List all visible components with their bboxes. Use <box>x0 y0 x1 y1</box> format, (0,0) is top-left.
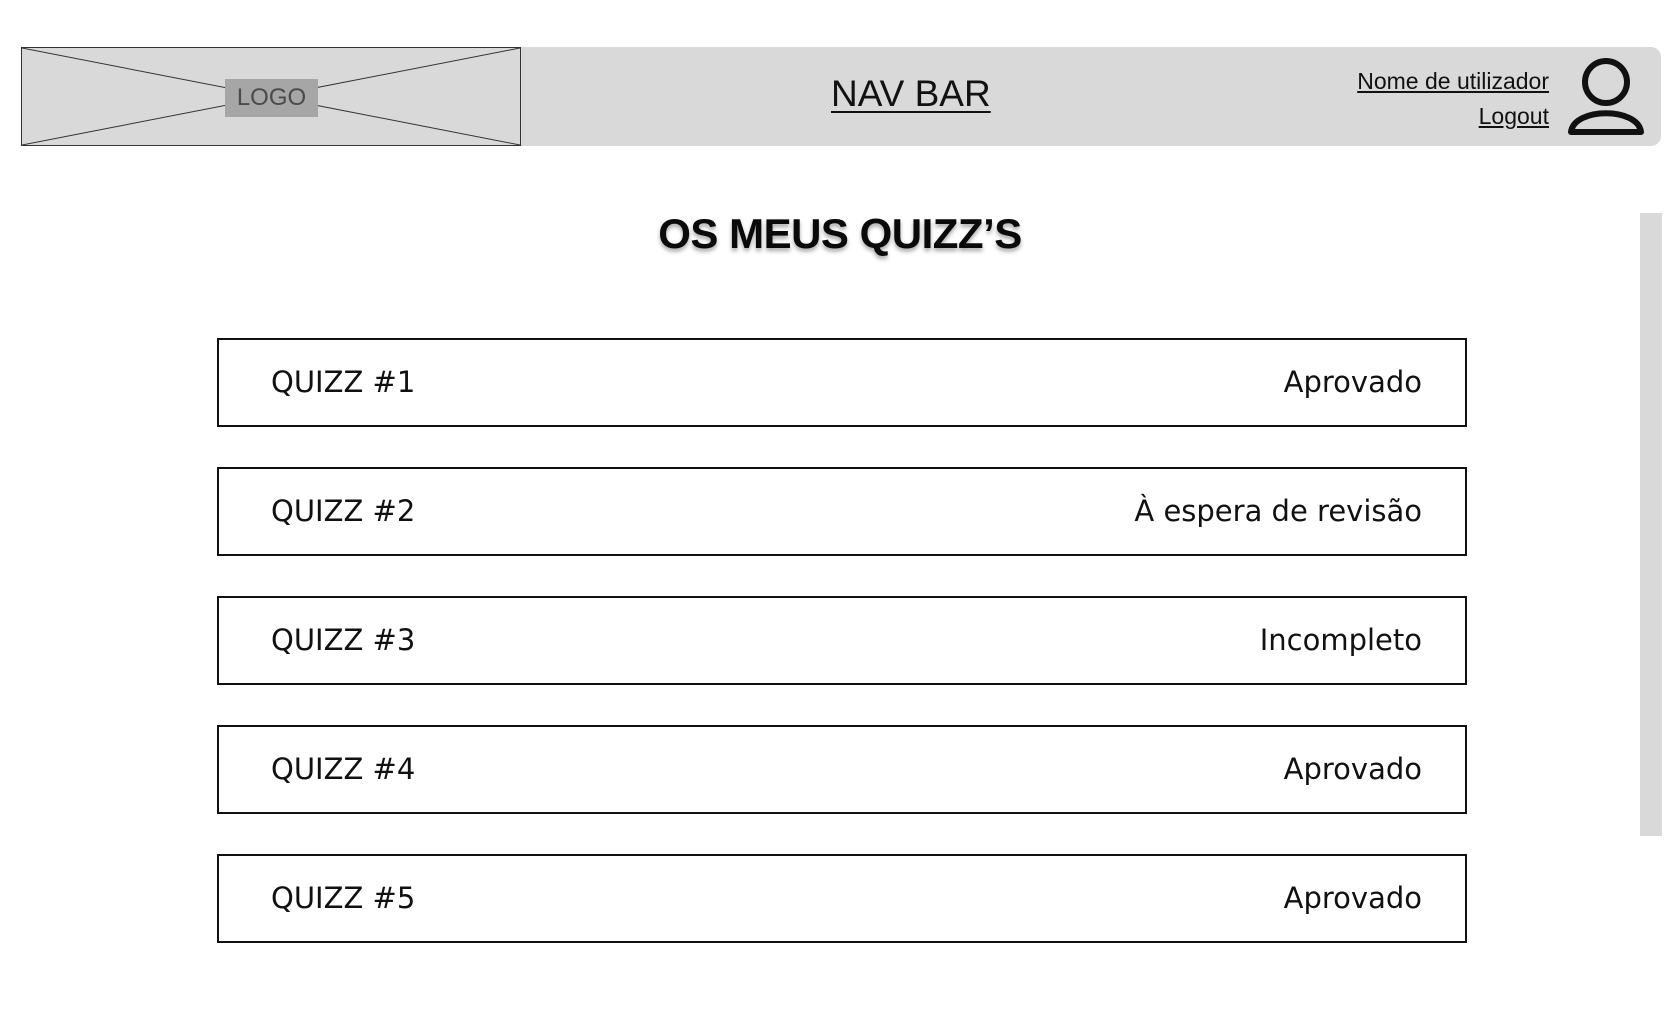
quiz-name: QUIZZ #4 <box>271 752 416 786</box>
logo-placeholder[interactable]: LOGO <box>21 47 521 146</box>
quiz-status: Aprovado <box>1283 365 1422 399</box>
user-icon[interactable] <box>1566 57 1646 137</box>
nav-bar-link[interactable]: NAV BAR <box>831 73 991 115</box>
username-link[interactable]: Nome de utilizador <box>1357 68 1549 95</box>
quiz-name: QUIZZ #1 <box>271 365 416 399</box>
quiz-row[interactable]: QUIZZ #1 Aprovado <box>217 338 1467 427</box>
quiz-row[interactable]: QUIZZ #3 Incompleto <box>217 596 1467 685</box>
quiz-row[interactable]: QUIZZ #4 Aprovado <box>217 725 1467 814</box>
page-title: OS MEUS QUIZZ’S <box>658 210 1022 257</box>
logout-link[interactable]: Logout <box>1479 103 1549 130</box>
page: LOGO NAV BAR Nome de utilizador Logout O… <box>0 0 1680 1024</box>
logo-label: LOGO <box>225 79 318 117</box>
nav-bar: LOGO NAV BAR Nome de utilizador Logout <box>21 47 1661 146</box>
quiz-name: QUIZZ #2 <box>271 494 416 528</box>
quiz-list: QUIZZ #1 Aprovado QUIZZ #2 À espera de r… <box>217 338 1467 983</box>
quiz-row[interactable]: QUIZZ #5 Aprovado <box>217 854 1467 943</box>
quiz-name: QUIZZ #5 <box>271 881 416 915</box>
quiz-status: Aprovado <box>1283 881 1422 915</box>
quiz-row[interactable]: QUIZZ #2 À espera de revisão <box>217 467 1467 556</box>
quiz-status: Aprovado <box>1283 752 1422 786</box>
quiz-name: QUIZZ #3 <box>271 623 416 657</box>
quiz-status: À espera de revisão <box>1134 494 1422 528</box>
quiz-status: Incompleto <box>1259 623 1422 657</box>
scrollbar[interactable] <box>1640 213 1662 836</box>
